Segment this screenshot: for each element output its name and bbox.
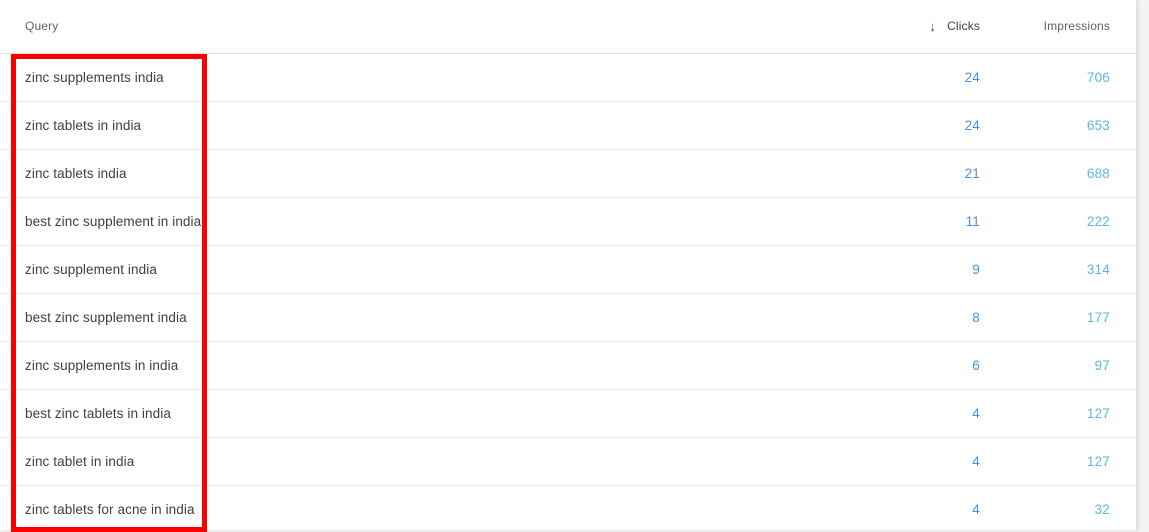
cell-clicks: 8 <box>895 293 1007 342</box>
table-row[interactable]: zinc tablets in india 24 653 <box>0 101 1136 150</box>
cell-impressions: 653 <box>1007 101 1136 150</box>
table-row[interactable]: best zinc supplement india 8 177 <box>0 293 1136 342</box>
table-row[interactable]: zinc tablet in india 4 127 <box>0 437 1136 486</box>
cell-query[interactable]: zinc supplement india <box>0 245 895 294</box>
table-row[interactable]: best zinc tablets in india 4 127 <box>0 389 1136 438</box>
column-header-clicks-label: Clicks <box>947 19 980 34</box>
cell-clicks: 4 <box>895 437 1007 486</box>
cell-impressions: 127 <box>1007 389 1136 438</box>
cell-query[interactable]: zinc tablets india <box>0 149 895 198</box>
cell-impressions: 32 <box>1007 485 1136 530</box>
table-row[interactable]: zinc supplements in india 6 97 <box>0 341 1136 390</box>
table-row[interactable]: best zinc supplement in india 11 222 <box>0 197 1136 246</box>
cell-clicks: 4 <box>895 485 1007 530</box>
cell-clicks: 24 <box>895 53 1007 102</box>
cell-clicks: 11 <box>895 197 1007 246</box>
cell-query[interactable]: best zinc tablets in india <box>0 389 895 438</box>
table-row[interactable]: zinc supplement india 9 314 <box>0 245 1136 294</box>
column-header-impressions[interactable]: Impressions <box>1007 0 1136 54</box>
cell-clicks: 24 <box>895 101 1007 150</box>
cell-query[interactable]: best zinc supplement india <box>0 293 895 342</box>
table-header: Query ↓ Clicks Impressions <box>0 0 1136 54</box>
column-header-impressions-label: Impressions <box>1043 19 1110 34</box>
cell-clicks: 9 <box>895 245 1007 294</box>
table-row[interactable]: zinc tablets for acne in india 4 32 <box>0 485 1136 530</box>
cell-impressions: 688 <box>1007 149 1136 198</box>
table-header-row: Query ↓ Clicks Impressions <box>0 0 1136 54</box>
table-body: zinc supplements india 24 706 zinc tablets … <box>0 53 1136 530</box>
cell-impressions: 706 <box>1007 53 1136 102</box>
cell-query[interactable]: zinc supplements india <box>0 53 895 102</box>
cell-query[interactable]: zinc tablets for acne in india <box>0 485 895 530</box>
cell-impressions: 177 <box>1007 293 1136 342</box>
column-header-query-label: Query <box>25 19 59 34</box>
table-row[interactable]: zinc supplements india 24 706 <box>0 53 1136 102</box>
cell-clicks: 6 <box>895 341 1007 390</box>
table-row[interactable]: zinc tablets india 21 688 <box>0 149 1136 198</box>
column-header-query[interactable]: Query <box>0 0 895 54</box>
cell-query[interactable]: best zinc supplement in india <box>0 197 895 246</box>
cell-impressions: 97 <box>1007 341 1136 390</box>
cell-impressions: 314 <box>1007 245 1136 294</box>
cell-impressions: 127 <box>1007 437 1136 486</box>
query-performance-card: Query ↓ Clicks Impressions zinc supplemen… <box>0 0 1137 530</box>
cell-impressions: 222 <box>1007 197 1136 246</box>
cell-query[interactable]: zinc tablets in india <box>0 101 895 150</box>
cell-clicks: 4 <box>895 389 1007 438</box>
column-header-clicks[interactable]: ↓ Clicks <box>895 0 1007 54</box>
cell-query[interactable]: zinc supplements in india <box>0 341 895 390</box>
arrow-down-icon: ↓ <box>929 19 937 35</box>
query-performance-table: Query ↓ Clicks Impressions zinc supplemen… <box>0 0 1136 530</box>
cell-query[interactable]: zinc tablet in india <box>0 437 895 486</box>
cell-clicks: 21 <box>895 149 1007 198</box>
